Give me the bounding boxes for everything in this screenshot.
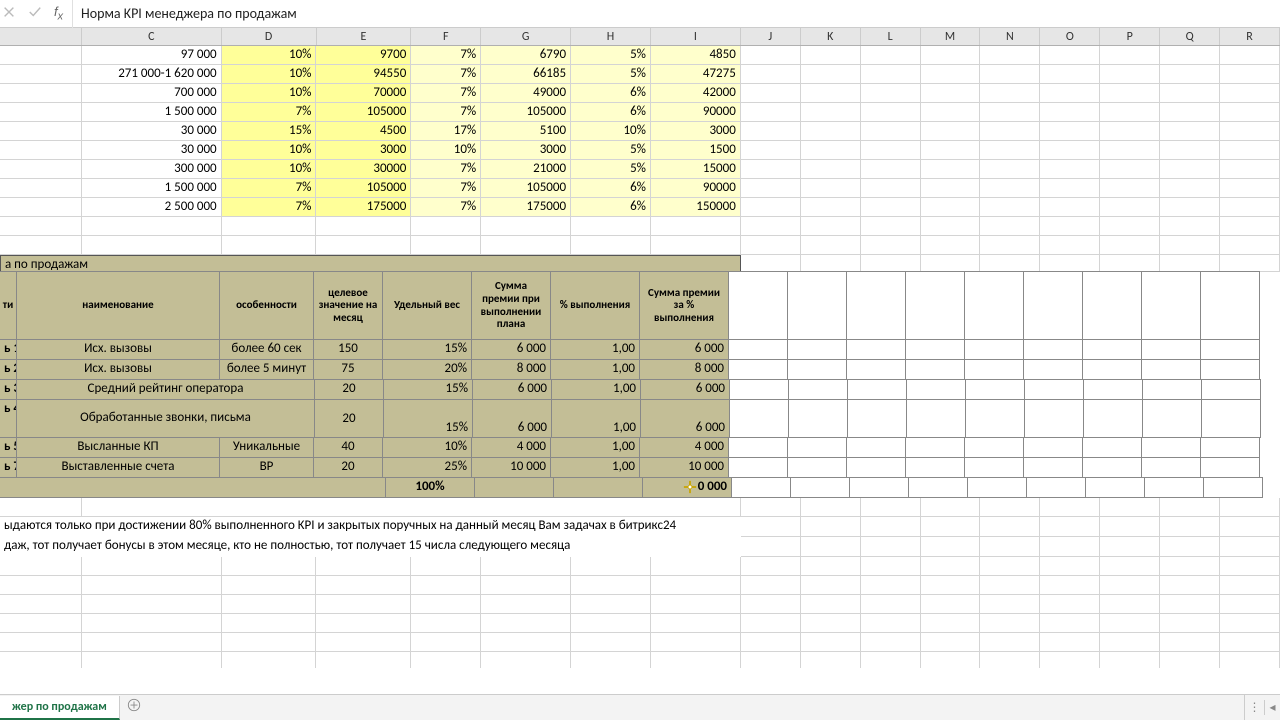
col-header[interactable]: C — [82, 28, 222, 45]
note-row[interactable]: ыдаются только при достижении 80% выполн… — [0, 517, 1280, 537]
formula-bar: fx Норма KPI менеджера по продажам — [0, 0, 1280, 28]
col-header[interactable]: I — [651, 28, 741, 45]
col-header[interactable]: Q — [1160, 28, 1220, 45]
spreadsheet-grid[interactable]: C D E F G H I J K L M N O P Q R 97 00010… — [0, 28, 1280, 668]
empty-row[interactable] — [0, 633, 1280, 652]
data-row[interactable]: 1 500 0007%1050007%1050006%90000 — [0, 103, 1280, 122]
confirm-icon[interactable] — [28, 5, 42, 23]
kpi-title-row[interactable]: а по продажам — [0, 255, 1280, 272]
cursor-icon — [683, 480, 697, 498]
col-header[interactable]: H — [571, 28, 651, 45]
data-row[interactable]: 30 00010%300010%30005%1500 — [0, 141, 1280, 160]
empty-row[interactable] — [0, 576, 1280, 595]
column-headers[interactable]: C D E F G H I J K L M N O P Q R — [0, 28, 1280, 46]
formula-input[interactable]: Норма KPI менеджера по продажам — [72, 0, 1280, 28]
data-row[interactable]: 30 00015%450017%510010%3000 — [0, 122, 1280, 141]
empty-row[interactable] — [0, 652, 1280, 668]
kpi-row[interactable]: ь 3Средний рейтинг оператора2015%6 0001,… — [0, 380, 1280, 400]
col-header[interactable]: P — [1100, 28, 1160, 45]
kpi-header-row: тинаименованиеособенностицелевое значени… — [0, 272, 1280, 340]
kpi-row[interactable]: ь 1Исх. вызовыболее 60 сек15015%6 0001,0… — [0, 340, 1280, 360]
empty-row[interactable] — [0, 614, 1280, 633]
col-header[interactable]: G — [481, 28, 571, 45]
sheet-tabs: жер по продажам ⋮ ◂ — [0, 694, 1280, 720]
col-header[interactable]: D — [222, 28, 317, 45]
data-row[interactable]: 271 000-1 620 00010%945507%661855%47275 — [0, 65, 1280, 84]
sheet-tab-active[interactable]: жер по продажам — [0, 696, 120, 720]
col-header[interactable]: K — [801, 28, 861, 45]
data-row[interactable]: 700 00010%700007%490006%42000 — [0, 84, 1280, 103]
col-header[interactable]: R — [1220, 28, 1280, 45]
data-row[interactable]: 1 500 0007%1050007%1050006%90000 — [0, 179, 1280, 198]
data-row[interactable]: 97 00010%97007%67905%4850 — [0, 46, 1280, 65]
col-header[interactable]: E — [317, 28, 412, 45]
col-header[interactable]: N — [980, 28, 1040, 45]
col-header[interactable]: M — [921, 28, 981, 45]
empty-row[interactable] — [0, 498, 1280, 517]
kpi-total-row[interactable]: 100%0 000 — [0, 478, 1280, 498]
empty-row[interactable] — [0, 217, 1280, 236]
kpi-row[interactable]: ь 4Обработанные звонки, письма2015%6 000… — [0, 400, 1280, 438]
tab-slider-icon[interactable]: ⋮ — [1244, 695, 1264, 720]
note-row[interactable]: даж, тот получает бонусы в этом месяце, … — [0, 537, 1280, 557]
data-row[interactable]: 300 00010%300007%210005%15000 — [0, 160, 1280, 179]
col-header[interactable]: F — [411, 28, 481, 45]
kpi-row[interactable]: ь 2Исх. вызовыболее 5 минут7520%8 0001,0… — [0, 360, 1280, 380]
hscroll-left-icon[interactable]: ◂ — [1264, 700, 1280, 715]
col-header[interactable]: J — [741, 28, 801, 45]
col-header[interactable]: L — [861, 28, 921, 45]
empty-row[interactable] — [0, 595, 1280, 614]
add-sheet-button[interactable] — [120, 698, 148, 717]
kpi-row[interactable]: ь 7Выставленные счетаВР2025%10 0001,0010… — [0, 458, 1280, 478]
kpi-row[interactable]: ь 5Высланные КПУникальные4010%4 0001,004… — [0, 438, 1280, 458]
data-row[interactable]: 2 500 0007%1750007%1750006%150000 — [0, 198, 1280, 217]
fx-icon[interactable]: fx — [54, 4, 63, 23]
empty-row[interactable] — [0, 236, 1280, 255]
col-header[interactable]: O — [1040, 28, 1100, 45]
empty-row[interactable] — [0, 557, 1280, 576]
cancel-icon[interactable] — [2, 5, 16, 23]
